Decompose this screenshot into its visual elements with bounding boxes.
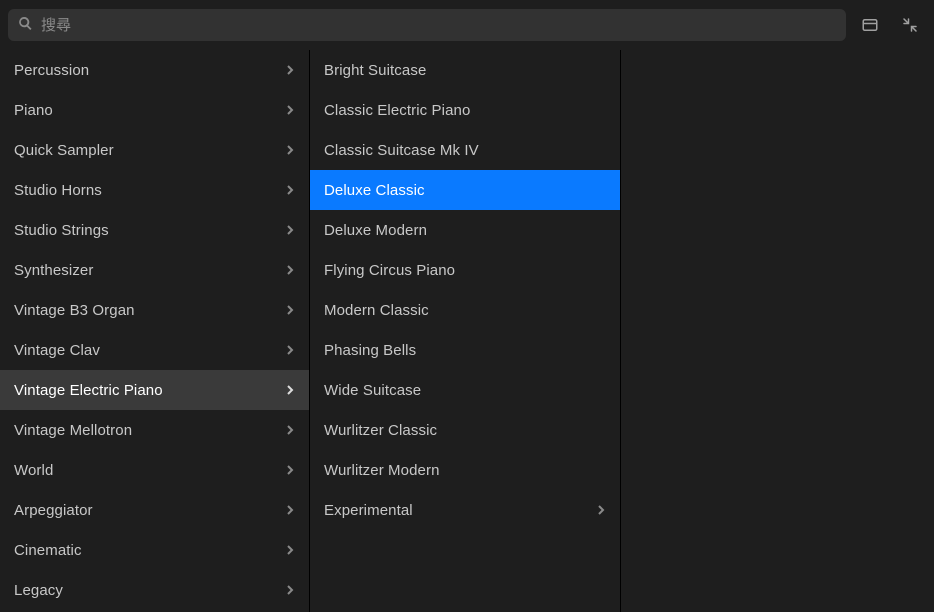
list-item[interactable]: Wide Suitcase (310, 370, 620, 410)
detail-column (621, 50, 934, 612)
chevron-right-icon (285, 505, 295, 515)
browser-columns: Percussion Piano Quick Sampler Studio Horns… (0, 50, 934, 612)
category-column: Percussion Piano Quick Sampler Studio Horns… (0, 50, 310, 612)
list-item[interactable]: Piano (0, 90, 309, 130)
list-item-label: Piano (14, 102, 53, 119)
list-item[interactable]: Arpeggiator (0, 490, 309, 530)
list-item-label: Experimental (324, 502, 413, 519)
chevron-right-icon (285, 105, 295, 115)
list-item[interactable]: Synthesizer (0, 250, 309, 290)
list-item-label: World (14, 462, 53, 479)
chevron-right-icon (285, 585, 295, 595)
chevron-right-icon (285, 65, 295, 75)
list-item-label: Deluxe Classic (324, 182, 425, 199)
list-item-label: Studio Horns (14, 182, 102, 199)
list-item[interactable]: Wurlitzer Modern (310, 450, 620, 490)
list-item[interactable]: Vintage Clav (0, 330, 309, 370)
list-item[interactable]: Experimental (310, 490, 620, 530)
list-item[interactable]: Vintage Electric Piano (0, 370, 309, 410)
search-field-wrapper[interactable] (8, 9, 846, 41)
list-item[interactable]: Flying Circus Piano (310, 250, 620, 290)
list-item[interactable]: Vintage Mellotron (0, 410, 309, 450)
list-item-label: Classic Electric Piano (324, 102, 470, 119)
list-item[interactable]: Studio Horns (0, 170, 309, 210)
list-item[interactable]: Modern Classic (310, 290, 620, 330)
list-item-label: Flying Circus Piano (324, 262, 455, 279)
list-item[interactable]: Classic Suitcase Mk IV (310, 130, 620, 170)
chevron-right-icon (285, 345, 295, 355)
list-item-label: Wurlitzer Classic (324, 422, 437, 439)
list-item[interactable]: Classic Electric Piano (310, 90, 620, 130)
chevron-right-icon (285, 225, 295, 235)
toolbar (0, 0, 934, 50)
list-item-label: Classic Suitcase Mk IV (324, 142, 479, 159)
chevron-right-icon (285, 465, 295, 475)
list-item[interactable]: Deluxe Classic (310, 170, 620, 210)
list-item-label: Synthesizer (14, 262, 93, 279)
chevron-right-icon (285, 385, 295, 395)
list-item-label: Studio Strings (14, 222, 109, 239)
list-item[interactable]: Phasing Bells (310, 330, 620, 370)
chevron-right-icon (285, 305, 295, 315)
chevron-right-icon (285, 265, 295, 275)
list-item-label: Wurlitzer Modern (324, 462, 440, 479)
list-item[interactable]: World (0, 450, 309, 490)
collapse-icon[interactable] (894, 9, 926, 41)
list-item-label: Bright Suitcase (324, 62, 426, 79)
list-item[interactable]: Studio Strings (0, 210, 309, 250)
chevron-right-icon (285, 145, 295, 155)
preset-column: Bright Suitcase Classic Electric Piano Cla… (310, 50, 621, 612)
search-input[interactable] (41, 17, 836, 34)
list-item[interactable]: Bright Suitcase (310, 50, 620, 90)
list-item-label: Phasing Bells (324, 342, 416, 359)
view-mode-button[interactable] (854, 9, 886, 41)
list-item-label: Vintage B3 Organ (14, 302, 135, 319)
list-item[interactable]: Percussion (0, 50, 309, 90)
chevron-right-icon (285, 545, 295, 555)
list-item[interactable]: Cinematic (0, 530, 309, 570)
chevron-right-icon (285, 425, 295, 435)
list-item-label: Modern Classic (324, 302, 429, 319)
list-item-label: Wide Suitcase (324, 382, 421, 399)
list-item-label: Vintage Clav (14, 342, 100, 359)
list-item-label: Cinematic (14, 542, 82, 559)
list-item[interactable]: Vintage B3 Organ (0, 290, 309, 330)
list-item-label: Quick Sampler (14, 142, 114, 159)
list-item[interactable]: Deluxe Modern (310, 210, 620, 250)
list-item[interactable]: Quick Sampler (0, 130, 309, 170)
list-item[interactable]: Wurlitzer Classic (310, 410, 620, 450)
chevron-right-icon (285, 185, 295, 195)
list-item-label: Arpeggiator (14, 502, 93, 519)
list-item-label: Legacy (14, 582, 63, 599)
list-item[interactable]: Legacy (0, 570, 309, 610)
list-item-label: Deluxe Modern (324, 222, 427, 239)
list-item-label: Vintage Mellotron (14, 422, 132, 439)
list-item-label: Percussion (14, 62, 89, 79)
search-icon (18, 16, 33, 35)
list-item-label: Vintage Electric Piano (14, 382, 163, 399)
chevron-right-icon (596, 505, 606, 515)
